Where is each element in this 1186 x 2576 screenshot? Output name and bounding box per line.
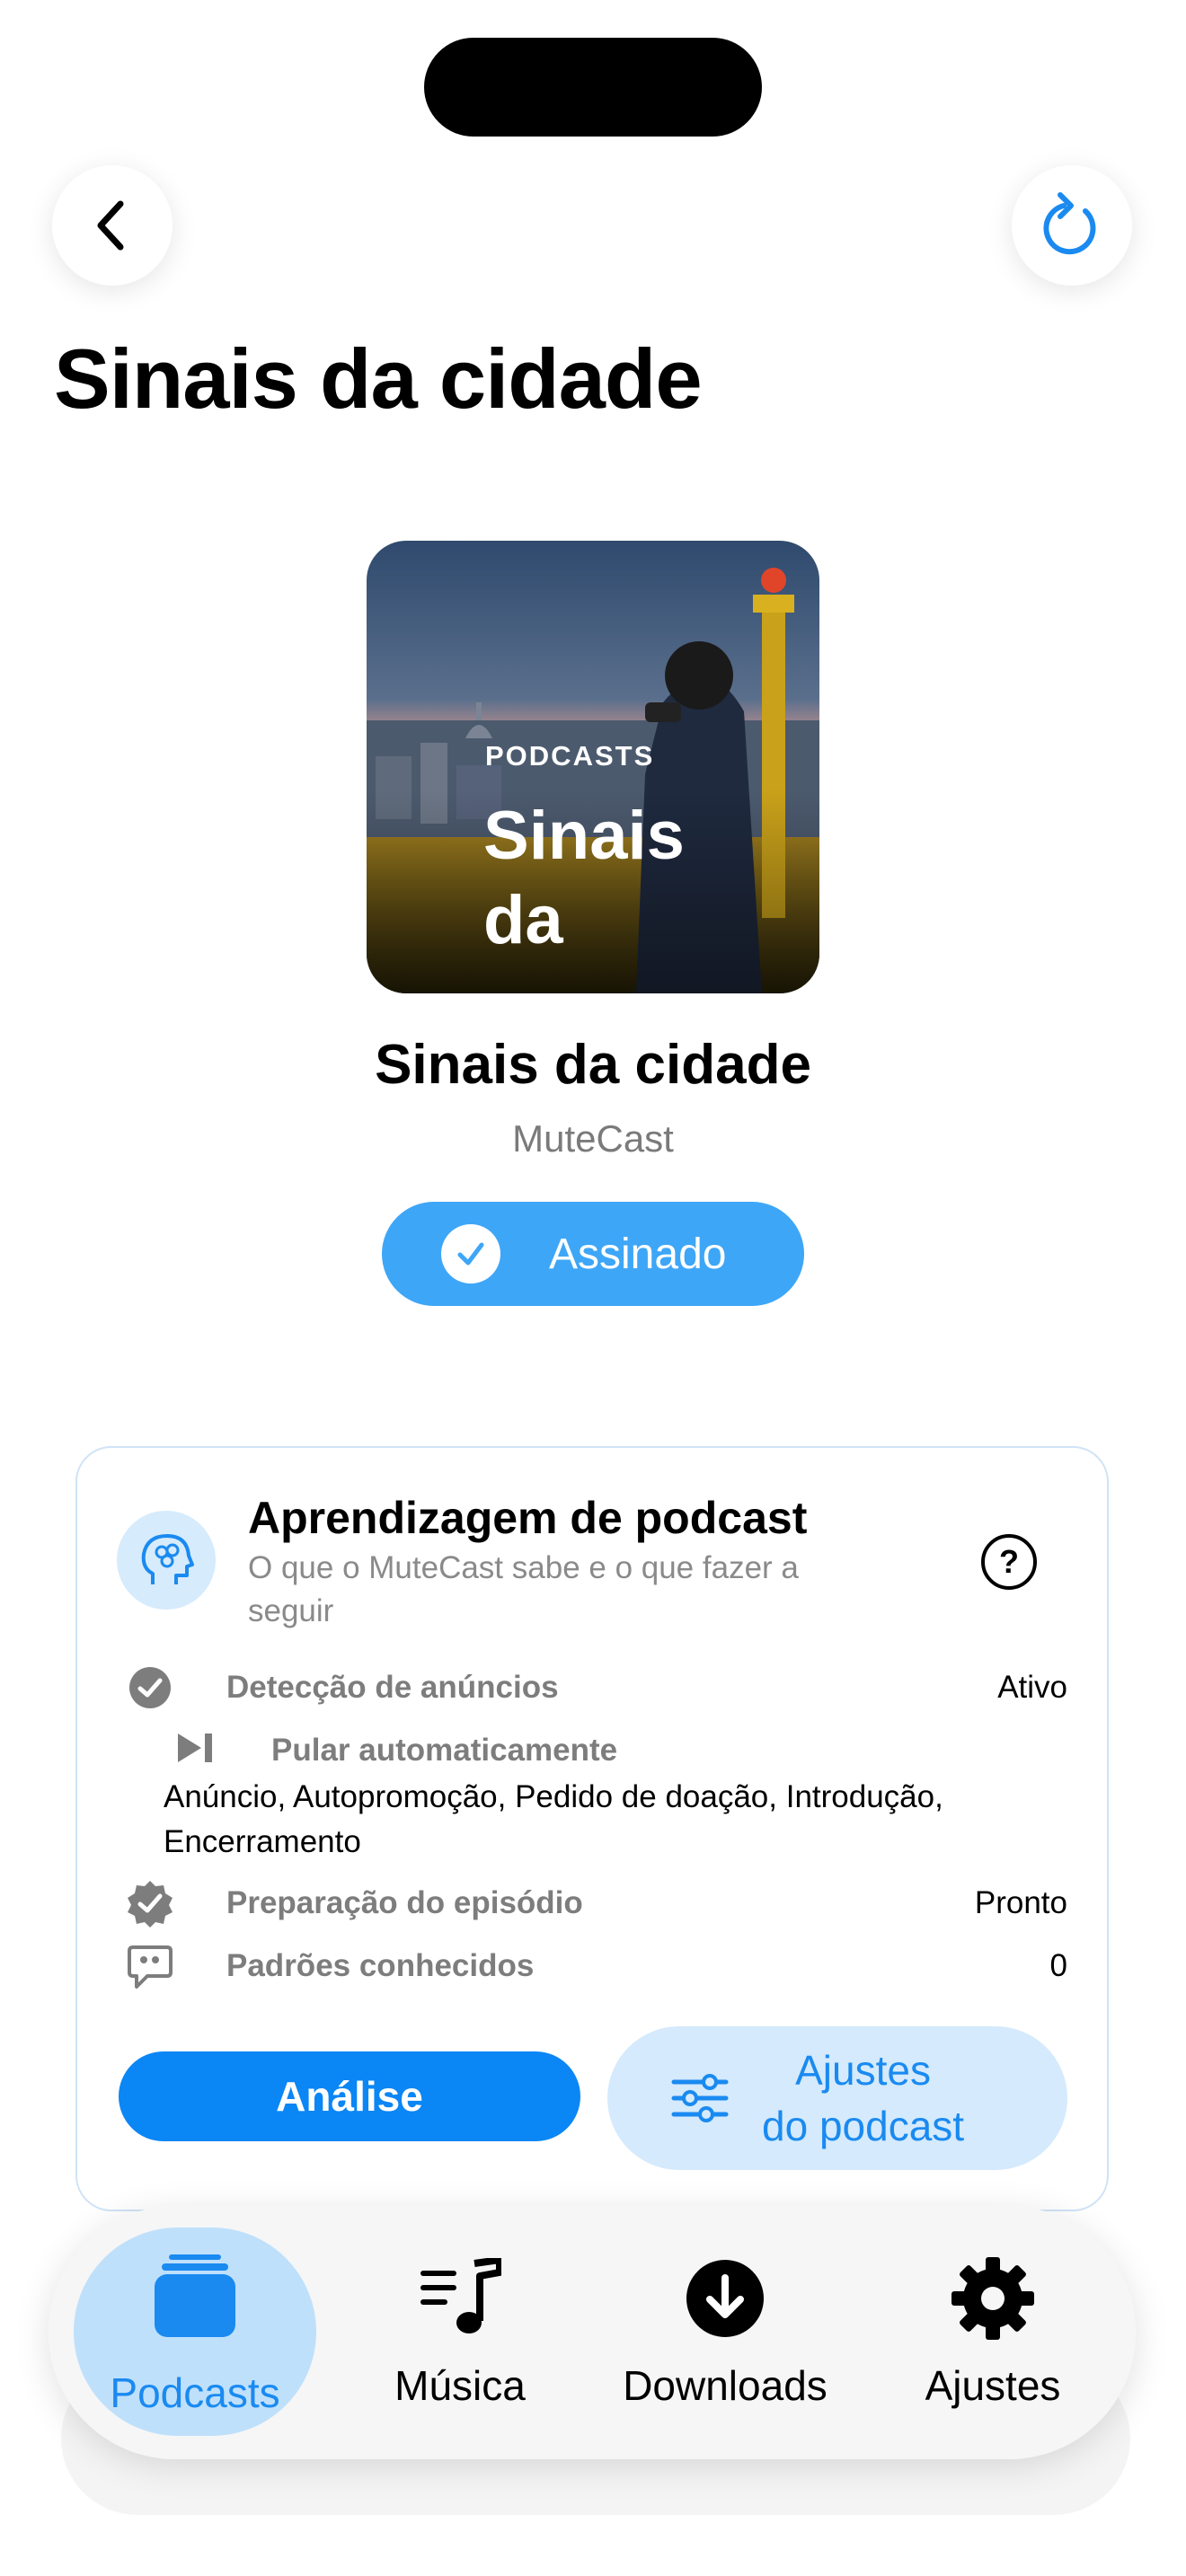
skip-forward-icon	[174, 1730, 217, 1766]
analysis-button-label: Análise	[276, 2073, 423, 2120]
ad-detection-label: Detecção de anúncios	[226, 1670, 559, 1705]
tab-podcasts[interactable]: Podcasts	[74, 2228, 316, 2436]
brain-head-icon	[117, 1511, 216, 1610]
auto-skip-label: Pular automaticamente	[271, 1733, 618, 1768]
auto-skip-categories: Anúncio, Autopromoção, Pedido de doação,…	[164, 1779, 943, 1859]
tab-settings[interactable]: Ajustes	[890, 2228, 1096, 2436]
podcast-title: Sinais da cidade	[375, 1034, 811, 1096]
download-circle-icon	[685, 2258, 766, 2339]
episode-prep-value: Pronto	[974, 1885, 1067, 1920]
known-patterns-value: 0	[1049, 1948, 1067, 1983]
tab-podcasts-label: Podcasts	[110, 2369, 280, 2416]
cover-title-line: da	[483, 882, 563, 958]
cover-title: Sinais da	[483, 794, 685, 963]
tab-downloads-label: Downloads	[623, 2362, 828, 2409]
ad-detection-value: Ativo	[997, 1670, 1067, 1705]
check-circle-icon	[128, 1665, 173, 1710]
tab-downloads[interactable]: Downloads	[604, 2228, 846, 2436]
quote-bubble-icon	[126, 1944, 174, 1990]
refresh-icon	[1043, 192, 1096, 255]
podcast-author: MuteCast	[512, 1117, 674, 1160]
chevron-left-icon	[97, 200, 124, 251]
podcast-settings-label-line: do podcast	[762, 2103, 965, 2149]
page-title: Sinais da cidade	[54, 331, 703, 426]
dynamic-island	[424, 38, 762, 137]
checkmark-icon	[441, 1224, 500, 1284]
podcast-settings-label: Ajustes do podcast	[762, 2042, 964, 2154]
refresh-button[interactable]	[1012, 165, 1132, 286]
svg-text:?: ?	[999, 1543, 1019, 1580]
learning-card-subtitle: O que o MuteCast sabe e o que fazer a se…	[248, 1550, 799, 1628]
sliders-icon	[670, 2073, 730, 2123]
subscribed-button[interactable]: Assinado	[382, 1202, 804, 1306]
tab-settings-label: Ajustes	[925, 2362, 1061, 2409]
episode-prep-label: Preparação do episódio	[226, 1885, 583, 1920]
subscribed-label: Assinado	[549, 1230, 727, 1278]
known-patterns-label: Padrões conhecidos	[226, 1948, 535, 1983]
seal-check-icon	[126, 1879, 174, 1928]
music-list-icon	[419, 2258, 501, 2339]
back-button[interactable]	[52, 165, 173, 286]
help-button[interactable]: ?	[979, 1532, 1039, 1596]
podcast-settings-button[interactable]: Ajustes do podcast	[607, 2026, 1067, 2170]
tab-music-label: Música	[394, 2362, 526, 2409]
stack-icon	[153, 2253, 237, 2339]
cover-title-line: Sinais	[483, 798, 685, 874]
tab-music[interactable]: Música	[352, 2228, 568, 2436]
question-circle-icon: ?	[981, 1534, 1037, 1590]
podcast-settings-label-line: Ajustes	[795, 2047, 931, 2094]
gear-icon	[951, 2256, 1035, 2341]
cover-label: PODCASTS	[485, 740, 655, 772]
analysis-button[interactable]: Análise	[119, 2051, 580, 2141]
learning-card-title: Aprendizagem de podcast	[248, 1493, 808, 1543]
